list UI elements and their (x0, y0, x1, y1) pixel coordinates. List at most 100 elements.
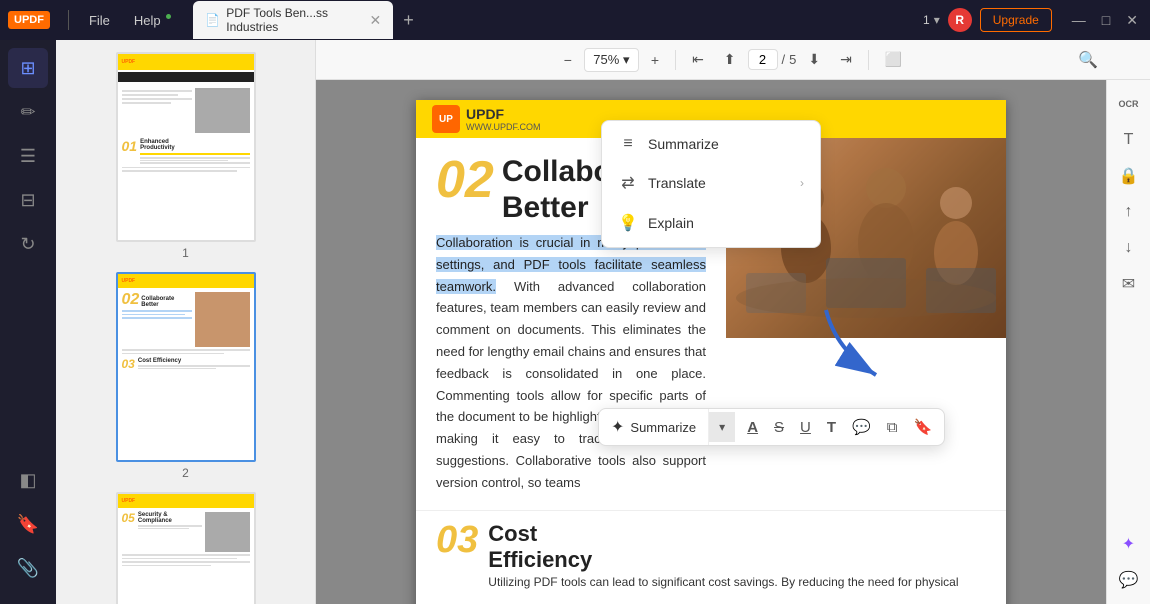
dropdown-summarize-item[interactable]: ≡ Summarize (602, 125, 820, 163)
page-last-button[interactable]: ⇥ (832, 47, 860, 72)
section3-container: 03 Cost Efficiency Utilizing PDF tools c… (416, 510, 1006, 601)
pdf-tab-label: PDF Tools Ben...ss Industries (226, 6, 363, 34)
floating-toolbar: ✦ Summarize ▾ A S U T 💬 ⧉ (598, 408, 945, 446)
download-icon: ↓ (1125, 239, 1133, 257)
toolbar-divider-2 (868, 50, 869, 70)
pdf-tab-icon: 📄 (205, 13, 220, 27)
summarize-button[interactable]: ✦ Summarize (599, 409, 709, 445)
pdf-area: UP UPDF WWW.UPDF.COM (316, 80, 1106, 604)
updf-logo[interactable]: UPDF (8, 11, 50, 29)
file-menu[interactable]: File (79, 9, 120, 32)
sidebar-icon-fields[interactable]: ⊟ (8, 180, 48, 220)
section3-title-line1: Cost (488, 521, 986, 547)
sidebar-icon-list[interactable]: ☰ (8, 136, 48, 176)
titlebar-right: 1 ▾ R Upgrade — □ ✕ (923, 8, 1142, 32)
minimize-button[interactable]: — (1068, 10, 1090, 31)
thumbnail-1[interactable]: UPDF 01 (116, 52, 256, 260)
sidebar-icon-attachment[interactable]: 📎 (8, 548, 48, 588)
text-note-button[interactable]: T (819, 413, 844, 442)
zoom-out-button[interactable]: − (556, 48, 580, 72)
section3-number: 03 (436, 521, 478, 559)
upload-button[interactable]: ↑ (1113, 196, 1145, 228)
highlight-text-button[interactable]: A (739, 413, 766, 442)
thumbnail-3[interactable]: UPDF 05 Security & Compliance (116, 492, 256, 604)
thumb-img-2: UPDF 02 Collaborate Better (116, 272, 256, 462)
thumbnail-panel: UPDF 01 (56, 40, 316, 604)
titlebar-divider (68, 10, 69, 30)
summarize-menu-label: Summarize (648, 136, 719, 152)
page-number-input[interactable] (748, 49, 778, 70)
new-tab-button[interactable]: + (397, 8, 420, 33)
page-prev-fast-button[interactable]: ⬆ (716, 47, 744, 72)
sidebar-icon-rotate[interactable]: ↻ (8, 224, 48, 264)
help-menu[interactable]: Help (124, 9, 181, 32)
ocr-icon: OCR (1119, 99, 1139, 109)
translate-icon: T (1124, 131, 1134, 149)
section2-text: Collaboration is crucial in many profess… (436, 232, 706, 494)
pdf-logo-text: UPDF (466, 106, 541, 122)
upgrade-button[interactable]: Upgrade (980, 8, 1052, 32)
window-controls: — □ ✕ (1068, 10, 1142, 31)
zoom-dropdown-icon[interactable]: ▾ (623, 52, 630, 67)
ai-icon: ✦ (1122, 534, 1135, 554)
upload-icon: ↑ (1125, 203, 1133, 221)
dropdown-translate-item[interactable]: ⇄ Translate › (602, 163, 820, 203)
search-toolbar-btn[interactable]: 🔍 (1070, 40, 1106, 80)
pdf-logo-url: WWW.UPDF.COM (466, 122, 541, 132)
ai-dropdown-menu: ≡ Summarize ⇄ Translate › 💡 Explain (601, 120, 821, 248)
maximize-button[interactable]: □ (1098, 10, 1114, 31)
protect-button[interactable]: 🔒 (1113, 160, 1145, 192)
translate-submenu-arrow: › (800, 176, 804, 190)
section3-text: Utilizing PDF tools can lead to signific… (488, 573, 986, 591)
toolbar-divider-1 (675, 50, 676, 70)
sidebar-icon-bookmark[interactable]: 🔖 (8, 504, 48, 544)
download-button[interactable]: ↓ (1113, 232, 1145, 264)
pdf-tab[interactable]: 📄 PDF Tools Ben...ss Industries ✕ (193, 1, 393, 39)
sidebar-icon-layers[interactable]: ◧ (8, 460, 48, 500)
tab-close-button[interactable]: ✕ (370, 13, 382, 27)
blue-arrow (816, 300, 906, 395)
strikethrough-button[interactable]: S (766, 413, 792, 442)
pdf-content: UP UPDF WWW.UPDF.COM (316, 80, 1106, 604)
close-button[interactable]: ✕ (1122, 10, 1142, 31)
copy-button[interactable]: ⧉ (879, 413, 906, 442)
titlebar: UPDF File Help 📄 PDF Tools Ben...ss Indu… (0, 0, 1150, 40)
floating-toolbar-icons: A S U T 💬 ⧉ 🔖 (735, 412, 944, 442)
page-next-fast-button[interactable]: ⬇ (800, 47, 828, 72)
ocr-button[interactable]: OCR (1113, 88, 1145, 120)
chat-button[interactable]: 💬 (1113, 564, 1145, 596)
zoom-in-button[interactable]: + (643, 48, 667, 72)
pdf-view-container: − 75% ▾ + ⇤ ⬆ / 5 ⬇ ⇥ ⬜ 🔍 (316, 40, 1150, 604)
nav-dropdown-icon[interactable]: ▾ (934, 13, 940, 27)
right-sidebar: OCR T 🔒 ↑ ↓ ✉ ✦ (1106, 80, 1150, 604)
page-nav-mini: 1 ▾ (923, 13, 940, 27)
dropdown-explain-item[interactable]: 💡 Explain (602, 203, 820, 243)
translate-menu-label: Translate (648, 175, 706, 191)
comment-button[interactable]: 💬 (844, 412, 879, 442)
section3-title-line2: Efficiency (488, 547, 986, 573)
search-icon: 🔍 (1078, 50, 1098, 70)
left-sidebar: ⊞ ✏ ☰ ⊟ ↻ ◧ 🔖 📎 (0, 40, 56, 604)
mail-icon: ✉ (1122, 274, 1135, 294)
mail-button[interactable]: ✉ (1113, 268, 1145, 300)
sidebar-icon-highlight[interactable]: ✏ (8, 92, 48, 132)
summarize-label: Summarize (630, 420, 696, 435)
ai-button[interactable]: ✦ (1113, 528, 1145, 560)
thumb-img-3: UPDF 05 Security & Compliance (116, 492, 256, 604)
thumbnail-2[interactable]: UPDF 02 Collaborate Better (116, 272, 256, 480)
explain-menu-icon: 💡 (618, 213, 638, 233)
fit-page-button[interactable]: ⬜ (877, 47, 910, 72)
page-first-button[interactable]: ⇤ (684, 47, 712, 72)
section3-content: Cost Efficiency Utilizing PDF tools can … (488, 521, 986, 591)
user-avatar[interactable]: R (948, 8, 972, 32)
sidebar-bottom: ◧ 🔖 📎 (8, 460, 48, 596)
floating-dropdown-button[interactable]: ▾ (709, 412, 735, 442)
link-bookmark-button[interactable]: 🔖 (905, 412, 940, 442)
explain-menu-label: Explain (648, 215, 694, 231)
thumb-num-2: 2 (182, 466, 189, 480)
underline-button[interactable]: U (792, 413, 819, 442)
protect-icon: 🔒 (1119, 166, 1139, 186)
sidebar-icon-thumbnails[interactable]: ⊞ (8, 48, 48, 88)
page-total: 5 (789, 52, 796, 67)
translate-button[interactable]: T (1113, 124, 1145, 156)
